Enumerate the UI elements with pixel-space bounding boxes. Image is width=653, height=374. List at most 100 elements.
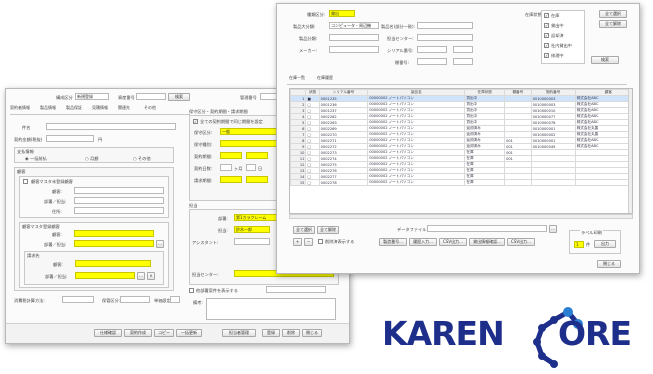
remove-row-button[interactable]: − xyxy=(304,238,313,246)
molecule-atom xyxy=(550,360,558,368)
table-cell[interactable]: □ xyxy=(305,179,320,186)
months-input[interactable] xyxy=(220,164,232,171)
tab-stock-list[interactable]: 在庫一覧 xyxy=(289,75,305,81)
table-row[interactable]: 15 □ 0002278 00000002 ノートパソコン 在庫 xyxy=(290,179,632,186)
footer-btn-staff[interactable]: 担当者管理 xyxy=(222,329,256,337)
f-type-label: 種類区分: xyxy=(307,12,326,17)
grid-vscrollbar[interactable] xyxy=(628,89,632,213)
tab-estimate[interactable]: 見積情報 xyxy=(92,105,108,111)
assistant-select[interactable] xyxy=(234,238,270,245)
f-serial-to[interactable] xyxy=(453,46,473,53)
tab-related[interactable]: 関連先 xyxy=(118,105,130,111)
action-history[interactable]: 履歴入力... xyxy=(409,238,437,246)
add-row-button[interactable]: + xyxy=(293,238,302,246)
f-number-from[interactable] xyxy=(417,58,447,65)
unregistered-checkbox[interactable] xyxy=(23,179,28,184)
front-close-button[interactable]: 閉じる xyxy=(597,260,621,268)
f-product-input[interactable] xyxy=(417,22,473,29)
footer-btn-create[interactable]: 契約作成 xyxy=(124,329,152,337)
table-cell xyxy=(530,179,576,186)
footer-btn-register[interactable]: 登録 xyxy=(262,329,280,337)
billing-dept-input[interactable] xyxy=(75,272,135,279)
tab-product[interactable]: 製品情報 xyxy=(40,105,56,111)
status-label-3: 社内貸出中 xyxy=(551,43,572,48)
cust-field-input-1[interactable] xyxy=(74,197,164,204)
action-csv-2[interactable]: CSV出力... xyxy=(507,238,535,246)
name-input[interactable] xyxy=(46,123,176,130)
footer-btn-close[interactable]: 閉じる xyxy=(302,329,322,337)
f-maker-select[interactable] xyxy=(329,46,379,53)
maint-kind-label: 保守種別: xyxy=(194,142,213,147)
master-lookup-button[interactable]: … xyxy=(156,240,164,248)
asset-no-input[interactable] xyxy=(136,93,166,100)
billing-start-input[interactable] xyxy=(220,176,242,183)
label-count-input[interactable]: 1 xyxy=(574,241,584,248)
status-check-4[interactable]: ✓ xyxy=(544,53,549,58)
radio-prepay[interactable]: ◉ 一括前払 xyxy=(25,156,47,162)
contract-amount-label: 契約金額(税抜) xyxy=(14,137,43,142)
same-period-checkbox[interactable]: ✓ xyxy=(193,119,198,124)
f-number-to[interactable] xyxy=(453,58,473,65)
grid-clear-all[interactable]: 全て解除 xyxy=(317,226,339,234)
other-dept-checkbox[interactable] xyxy=(189,288,194,293)
stock-table: 状態 シリアル番号 製品名 在庫状態 棚番号 契約番号 顧客 1 ■ 0001235… xyxy=(290,89,632,186)
contract-start-input[interactable] xyxy=(220,152,242,159)
cust-field-input-0[interactable] xyxy=(74,187,164,194)
data-file-browse[interactable]: … xyxy=(549,225,557,233)
other-dept-select[interactable] xyxy=(266,286,326,293)
status-check-1[interactable]: ✓ xyxy=(544,23,549,28)
days-input[interactable] xyxy=(246,164,256,171)
tab-contractor[interactable]: 契約者情報 xyxy=(10,105,30,111)
tab-stock-history[interactable]: 在庫履歴 xyxy=(317,75,333,81)
type-select[interactable]: 新規登録 xyxy=(75,93,109,100)
cust-field-input-2[interactable] xyxy=(74,207,164,214)
footer-btn-spec[interactable]: 仕様確認 xyxy=(94,329,122,337)
f-type-select[interactable]: 貸出 xyxy=(329,10,355,17)
billing-customer-input[interactable] xyxy=(75,260,151,267)
footer-btn-copy[interactable]: コピー xyxy=(154,329,174,337)
radio-monthly[interactable]: ○ 月額 xyxy=(85,156,98,162)
assistant-label: アシスタント: xyxy=(192,240,219,245)
person-select[interactable]: 鈴木一郎 xyxy=(234,226,270,233)
maint-type-label: 保守区分: xyxy=(194,130,213,135)
status-check-3[interactable]: ✓ xyxy=(544,43,549,48)
billing-lookup-button[interactable]: … xyxy=(137,272,145,280)
note-textarea[interactable] xyxy=(206,298,336,320)
tab-other[interactable]: その他 xyxy=(144,105,156,111)
billing-end-input[interactable] xyxy=(246,176,268,183)
grid-hscrollbar[interactable] xyxy=(289,214,633,219)
contract-end-input[interactable] xyxy=(246,152,268,159)
grid-select-all[interactable]: 全て選択 xyxy=(293,226,315,234)
center-label: 担当センター: xyxy=(192,272,219,277)
contract-period-label: 契約期間: xyxy=(194,154,213,159)
action-serial[interactable]: 製造番号... xyxy=(379,238,407,246)
action-csv-1[interactable]: CSV出力... xyxy=(439,238,467,246)
filter-clear-all[interactable]: 全て解除 xyxy=(599,20,627,28)
status-check-2[interactable]: ✓ xyxy=(544,33,549,38)
master-customer-input[interactable] xyxy=(74,230,154,237)
f-mid-select[interactable] xyxy=(329,34,379,41)
inventory-window: 種類区分: 貸出 製品大分類: コンピュータ・周辺機 製品分類: メーカー: 製… xyxy=(276,3,640,274)
footer-btn-delete[interactable]: 削除 xyxy=(282,329,300,337)
f-serial-from[interactable] xyxy=(417,46,447,53)
tab-warranty[interactable]: 製品保証 xyxy=(66,105,82,111)
contract-amount-input[interactable] xyxy=(46,135,94,142)
radio-other[interactable]: ○ その他 xyxy=(133,156,151,162)
billing-clear-button[interactable]: × xyxy=(147,272,155,280)
footer-btn-bulk[interactable]: 一括更新 xyxy=(176,329,202,337)
unit-price-input[interactable] xyxy=(170,296,180,303)
f-center-select[interactable] xyxy=(417,34,473,41)
show-deleted-checkbox[interactable] xyxy=(318,239,323,244)
status-check-0[interactable]: ✓ xyxy=(544,13,549,18)
action-lending-check[interactable]: 貸出情報確認... xyxy=(469,238,505,246)
asset-search-button[interactable]: 検索 xyxy=(168,93,190,101)
tax-method-select[interactable] xyxy=(62,296,94,303)
storage-select[interactable] xyxy=(120,296,150,303)
filter-search-button[interactable]: 検索 xyxy=(591,56,619,64)
payment-group: 支払情報 ◉ 一括前払 ○ 月額 ○ その他 xyxy=(14,147,174,163)
master-dept-input[interactable] xyxy=(74,240,154,247)
data-file-input[interactable] xyxy=(427,225,547,232)
label-print-button[interactable]: 出力 xyxy=(594,240,616,248)
f-category-select[interactable]: コンピュータ・周辺機 xyxy=(329,22,379,29)
filter-select-all[interactable]: 全て選択 xyxy=(599,10,627,18)
